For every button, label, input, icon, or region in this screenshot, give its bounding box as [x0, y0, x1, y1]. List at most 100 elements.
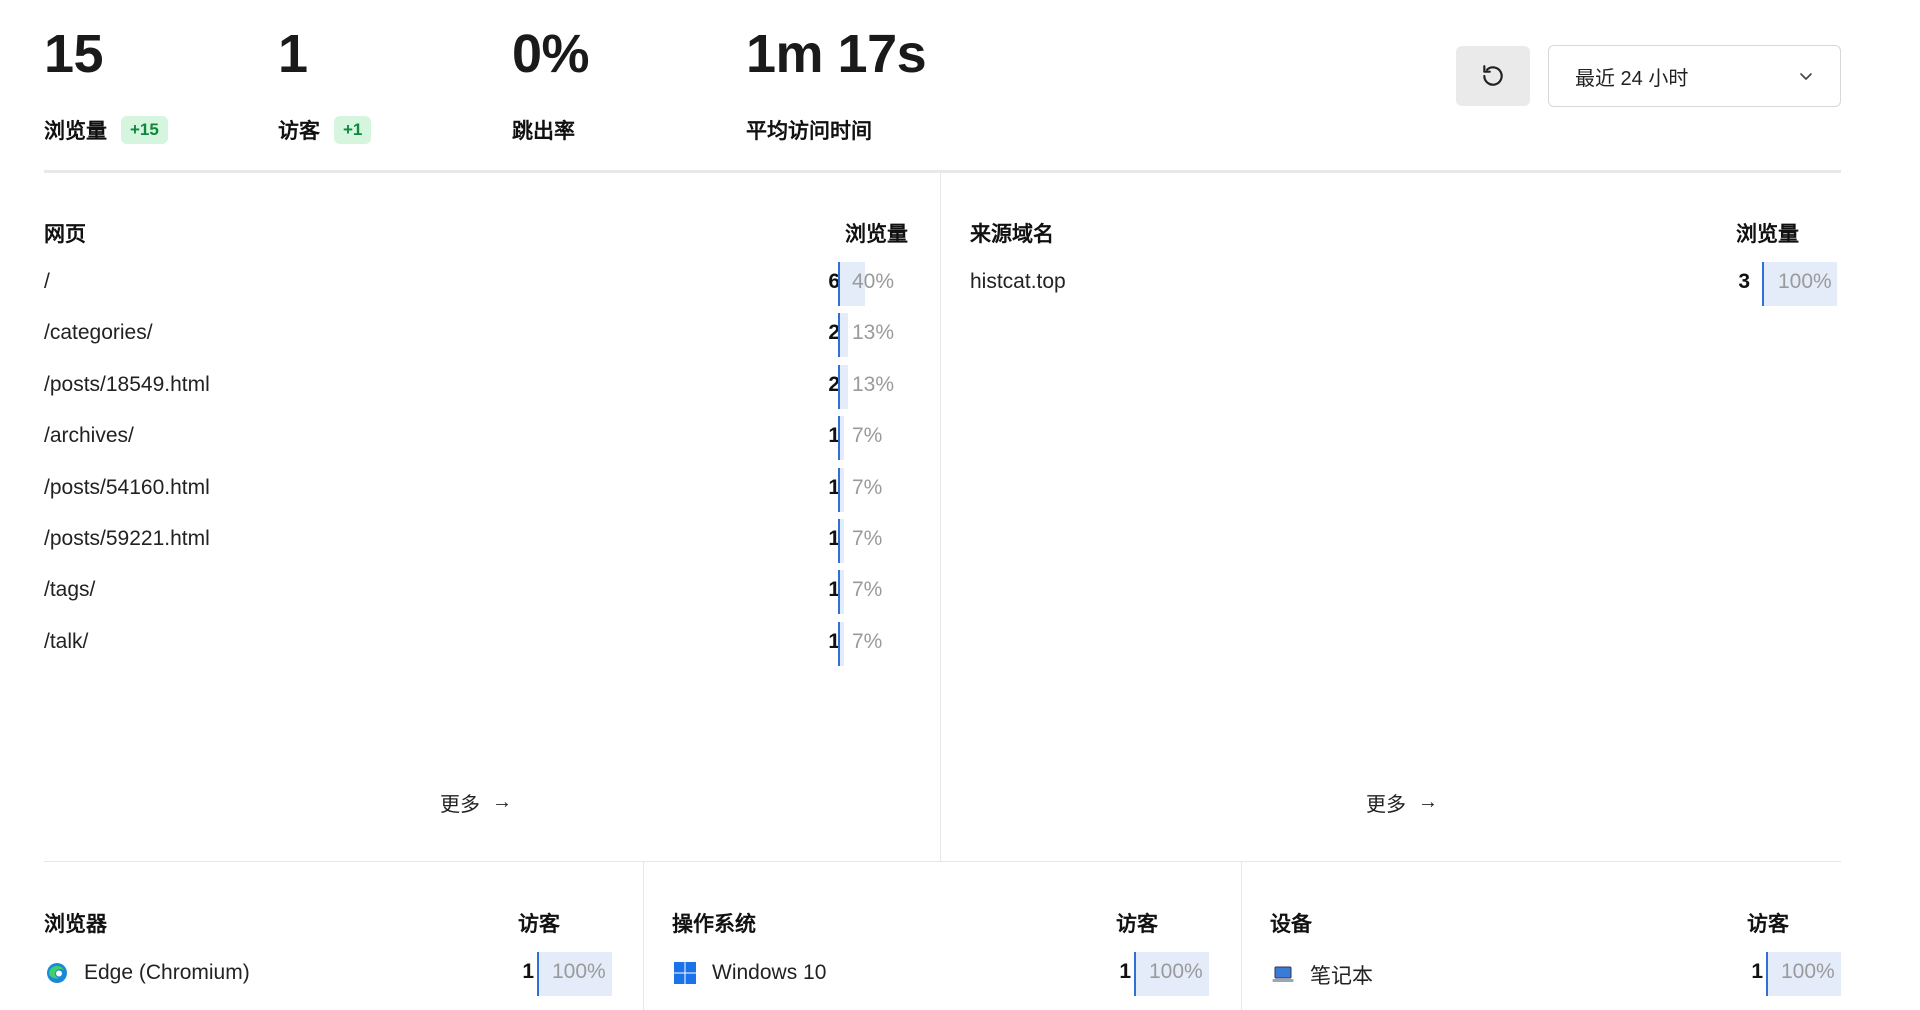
- metric-bounce-rate: 0% 跳出率: [512, 18, 590, 146]
- row-share-fill: [840, 621, 844, 666]
- table-row[interactable]: /posts/59221.html 1 7%: [44, 519, 900, 563]
- metric-visitors: 1 访客 +1: [278, 18, 372, 146]
- os-panel: 操作系统 访客 Windows 10 1 100%: [672, 908, 1209, 1010]
- table-row[interactable]: / 6 40%: [44, 262, 900, 306]
- row-label: 笔记本: [1270, 960, 1373, 990]
- table-row[interactable]: Edge (Chromium) 1 100%: [44, 952, 612, 996]
- metric-avg-visit-time: 1m 17s 平均访问时间: [746, 18, 927, 146]
- pages-panel: 网页 浏览量 /6 40%/categories/2 13%/posts/18549…: [44, 218, 908, 818]
- row-label-text: /archives/: [44, 424, 134, 448]
- section-divider: [44, 861, 1841, 862]
- row-count: 6: [828, 270, 840, 293]
- row-share-fill: [840, 416, 844, 461]
- row-label: Edge (Chromium): [44, 960, 250, 986]
- row-count: 1: [828, 424, 840, 448]
- date-range-select[interactable]: 最近 24 小时: [1548, 45, 1841, 107]
- metric-label: 浏览量: [44, 120, 107, 143]
- metric-value: 15: [44, 24, 104, 84]
- referrers-panel: 来源域名 浏览量 histcat.top 3 100%: [970, 218, 1841, 818]
- row-label: /posts/18549.html: [44, 373, 210, 397]
- table-row[interactable]: histcat.top 3 100%: [970, 262, 1841, 306]
- edge-icon: [44, 960, 70, 986]
- metric-value: 0%: [512, 24, 590, 84]
- metric-value: 1: [278, 24, 308, 84]
- devices-panel: 设备 访客 笔记本 1 100%: [1270, 908, 1841, 1010]
- metric-pageviews: 15 浏览量 +15: [44, 18, 168, 146]
- row-percent: 100%: [552, 960, 606, 983]
- row-label: /tags/: [44, 578, 95, 602]
- row-share-fill: [840, 519, 844, 563]
- row-label-text: 笔记本: [1310, 965, 1373, 988]
- row-percent: 100%: [1781, 960, 1835, 983]
- pages-more-link[interactable]: 更多 →: [440, 788, 512, 817]
- metric-label: 平均访问时间: [746, 120, 872, 143]
- row-share-fill: [840, 364, 848, 409]
- row-percent: 13%: [852, 372, 895, 396]
- column-divider: [940, 173, 941, 861]
- row-count: 1: [522, 960, 534, 983]
- row-count: 2: [828, 321, 840, 345]
- row-label-text: /categories/: [44, 321, 153, 345]
- row-percent: 40%: [852, 270, 895, 293]
- panel-title: 设备: [1270, 913, 1312, 936]
- arrow-right-icon: →: [492, 791, 512, 813]
- row-percent: 7%: [852, 629, 883, 653]
- table-row[interactable]: Windows 10 1 100%: [672, 952, 1209, 996]
- column-divider: [643, 862, 644, 1010]
- row-percent: 7%: [852, 475, 883, 499]
- change-badge: +1: [334, 116, 372, 144]
- column-header: 访客: [518, 913, 560, 936]
- row-count: 3: [1738, 270, 1750, 293]
- table-row[interactable]: /posts/54160.html 1 7%: [44, 467, 900, 512]
- row-label-text: /talk/: [44, 629, 89, 653]
- table-row[interactable]: 笔记本 1 100%: [1270, 952, 1841, 996]
- metric-label: 跳出率: [512, 120, 575, 143]
- row-percent: 7%: [852, 527, 883, 550]
- row-count: 1: [828, 527, 840, 550]
- table-row[interactable]: /talk/1 7%: [44, 621, 900, 666]
- row-share-fill: [840, 570, 844, 615]
- row-label: /talk/: [44, 630, 88, 654]
- table-row[interactable]: /archives/1 7%: [44, 416, 900, 461]
- row-label-text: /: [44, 270, 50, 293]
- row-percent: 7%: [852, 578, 883, 602]
- more-label: 更多: [440, 794, 480, 816]
- browsers-panel: 浏览器 访客 Edge (Chromium) 1 100%: [44, 908, 612, 1010]
- column-header: 浏览量: [1736, 223, 1799, 246]
- row-count: 2: [828, 372, 840, 396]
- row-count: 1: [1119, 960, 1131, 983]
- row-label-text: Windows 10: [712, 961, 827, 984]
- table-row[interactable]: /categories/2 13%: [44, 313, 900, 358]
- metric-value: 1m 17s: [746, 24, 927, 84]
- refresh-button[interactable]: [1456, 46, 1530, 106]
- row-percent: 100%: [1149, 960, 1203, 983]
- column-header: 访客: [1116, 913, 1158, 936]
- column-header: 访客: [1747, 913, 1789, 936]
- panel-title: 操作系统: [672, 913, 756, 936]
- row-label-text: /posts/59221.html: [44, 527, 210, 550]
- row-share-fill: [840, 313, 848, 358]
- laptop-icon: [1270, 962, 1296, 988]
- panel-title: 网页: [44, 223, 86, 246]
- column-header: 浏览量: [845, 223, 908, 246]
- change-badge: +15: [121, 116, 168, 144]
- row-share-fill: [840, 467, 844, 512]
- row-count: 1: [828, 578, 840, 602]
- row-label: /categories/: [44, 321, 153, 345]
- header-divider: [44, 170, 1841, 173]
- row-label: /: [44, 270, 50, 294]
- column-divider: [1241, 862, 1242, 1010]
- row-label: /posts/54160.html: [44, 476, 210, 500]
- row-label-text: /tags/: [44, 578, 96, 602]
- row-percent: 100%: [1778, 270, 1832, 293]
- row-label: histcat.top: [970, 270, 1066, 294]
- row-count: 1: [828, 629, 840, 653]
- panel-title: 来源域名: [970, 223, 1054, 246]
- row-label: Windows 10: [672, 960, 826, 986]
- table-row[interactable]: /tags/1 7%: [44, 570, 900, 615]
- row-label-text: /posts/18549.html: [44, 372, 210, 396]
- table-row[interactable]: /posts/18549.html 2 13%: [44, 364, 900, 409]
- refresh-icon: [1483, 65, 1503, 86]
- chevron-down-icon: [1800, 73, 1812, 80]
- referrers-more-link[interactable]: 更多 →: [1366, 788, 1438, 817]
